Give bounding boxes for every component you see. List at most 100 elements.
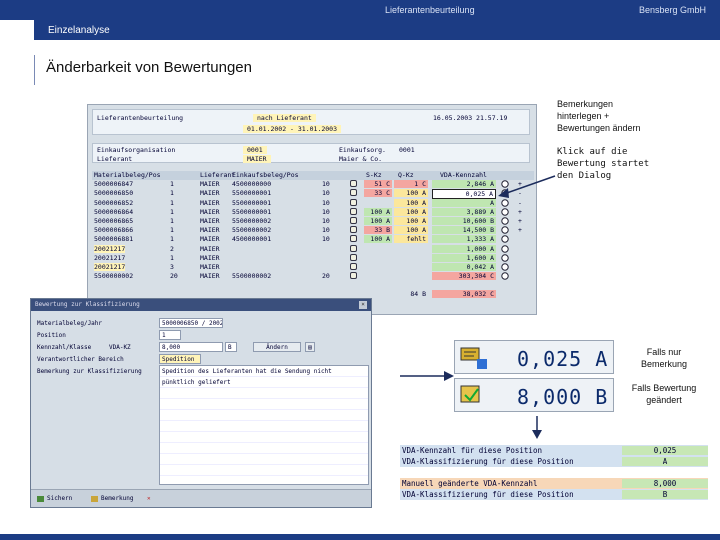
detail-value: 0,025 (622, 446, 708, 455)
cell-mat: 5000006850 (94, 189, 134, 198)
cell-qk: fehlt (394, 235, 428, 244)
note-icon[interactable] (350, 272, 357, 280)
label-matbeleg: Materialbeleg/Jahr (37, 320, 103, 327)
note-icon[interactable] (350, 189, 357, 197)
table-header: Materialbeleg/Pos Lieferant Einkaufsbele… (92, 171, 534, 181)
cell-pos: 3 (170, 262, 174, 271)
cell-vda[interactable]: 38,032 C (432, 290, 496, 299)
detail-row: VDA-Klassifizierung für diese Position A (400, 456, 708, 467)
table-row[interactable]: 20021217 3 MAIER 0,042 A (92, 262, 534, 272)
vendor-value: MAIER (243, 155, 271, 163)
cell-vda[interactable]: 1,333 A (432, 235, 496, 244)
table-row[interactable]: 5000006852 1 MAIER 5500000001 10 100 AA- (92, 198, 534, 208)
arrow-icon (400, 371, 454, 381)
cell-pos: 1 (170, 180, 174, 189)
cell-lief: MAIER (200, 216, 220, 225)
org-value-2: 0001 (399, 146, 415, 154)
label-kennzahl: Kennzahl/Klasse (37, 344, 92, 351)
cell-mat: 20021217 (94, 262, 126, 271)
save-button[interactable]: Sichern (35, 494, 75, 504)
evaluation-icon[interactable] (500, 253, 510, 262)
remark-textarea[interactable]: Spedition des Lieferanten hat die Sendun… (159, 365, 369, 485)
note-icon[interactable] (350, 216, 357, 224)
detail-label: VDA-Kennzahl für diese Position (402, 446, 542, 455)
evaluation-icon[interactable] (500, 244, 510, 253)
note-falls-bemerkung: Falls nur Bemerkung (624, 346, 704, 370)
bereich-field[interactable]: Spedition (159, 354, 201, 364)
note-icon[interactable] (350, 253, 357, 261)
check-icon (460, 385, 480, 403)
section-title: Einzelanalyse (48, 25, 110, 36)
cell-qk: 100 A (394, 198, 428, 207)
cell-vda[interactable]: 303,304 C (432, 272, 496, 281)
note-icon[interactable] (350, 180, 357, 188)
table-row[interactable]: 20021217 1 MAIER 1,600 A (92, 253, 534, 263)
cell-ek: 5500000002 (232, 226, 272, 235)
cell-vda[interactable]: 1,600 A (432, 253, 496, 262)
notes-icon[interactable]: ▤ (305, 342, 315, 352)
cell-mat: 20021217 (94, 244, 126, 253)
cell-sk: 51 C (364, 180, 392, 189)
klasse-field[interactable]: B (225, 342, 237, 352)
cell-mat: 5000006852 (94, 198, 134, 207)
aendern-button[interactable]: Ändern (253, 342, 301, 352)
cell-lief: MAIER (200, 198, 220, 207)
note-icon[interactable] (350, 226, 357, 234)
detail-value: B (622, 490, 708, 499)
note-icon[interactable] (350, 198, 357, 206)
cell-vda[interactable]: 14,500 B (432, 226, 496, 235)
col-header: Lieferant (200, 171, 236, 179)
note-bemerkungen: Bemerkungen hinterlegen + Bewertungen än… (557, 98, 641, 134)
dialog-title: Bewertung zur Klassifizierung (31, 299, 371, 311)
table-row[interactable]: 5000006847 1 MAIER 4500000000 10 51 C1 C 2,846… (92, 180, 534, 189)
detail-value: 8,000 (622, 479, 708, 488)
detail-value: A (622, 457, 708, 466)
cell-pos: 1 (170, 235, 174, 244)
table-row[interactable]: 5000006865 1 MAIER 5500000002 10 100 A 100 A 10… (92, 216, 534, 226)
table-row[interactable] (92, 281, 534, 290)
dialog-footer: Sichern Bemerkung ✕ (31, 489, 371, 507)
cell-ekp: 10 (322, 207, 330, 216)
cell-ekp: 10 (322, 180, 330, 189)
evaluation-icon[interactable] (500, 217, 510, 225)
evaluation-icon[interactable] (500, 263, 510, 271)
cell-vda[interactable]: 2,846 A (432, 180, 496, 189)
table-row[interactable]: 5500000002 20 MAIER 5500000002 20 303,304 C (92, 272, 534, 281)
cell-lief: MAIER (200, 189, 220, 198)
matbeleg-field[interactable]: 5000006850 / 2002 (159, 318, 223, 328)
table-row[interactable]: 5000006864 1 MAIER 5500000001 10 100 A 100 A 3,… (92, 207, 534, 217)
note-icon[interactable] (350, 244, 357, 252)
detail-row: VDA-Kennzahl für diese Position 0,025 (400, 445, 708, 456)
table-row[interactable]: 5000006866 1 MAIER 5500000002 10 33 B 100 A 14,… (92, 226, 534, 235)
sap-report-window: Lieferantenbeurteilung nach Lieferant 01… (87, 104, 537, 315)
note-icon[interactable] (350, 207, 357, 215)
cell-sk: 100 A (364, 235, 392, 244)
evaluation-icon[interactable] (500, 226, 510, 234)
note-line: Bemerkung (640, 359, 688, 369)
evaluation-icon[interactable] (500, 272, 510, 280)
note-icon (91, 496, 98, 502)
table-row[interactable]: 5000006850 1 MAIER 5500000001 10 33 C 100 A 0,0… (92, 189, 534, 200)
cell-vda[interactable]: A (432, 198, 496, 207)
position-field[interactable]: 1 (159, 330, 181, 340)
cell-ek: 4500000001 (232, 235, 272, 244)
kennzahl-field[interactable]: 8,000 (159, 342, 223, 352)
evaluation-icon[interactable] (500, 235, 510, 244)
cell-vda[interactable]: 10,600 B (432, 216, 496, 225)
note-line: Falls Bewertung (631, 383, 697, 393)
note-icon[interactable] (350, 262, 357, 270)
cell-vda[interactable]: 0,042 A (432, 262, 496, 271)
note-icon[interactable] (350, 235, 357, 243)
col-header: S-Kz (366, 171, 382, 179)
cell-ek: 5500000001 (232, 207, 272, 216)
table-row[interactable]: 20021217 2 MAIER 1,000 A (92, 244, 534, 254)
close-icon[interactable]: × (359, 301, 367, 309)
cancel-icon[interactable]: ✕ (141, 494, 154, 504)
cell-vda[interactable]: 1,000 A (432, 244, 496, 253)
table-row[interactable]: 5000006881 1 MAIER 4500000001 10 100 Afehlt 1,… (92, 235, 534, 244)
remark-button[interactable]: Bemerkung (89, 494, 137, 504)
cell-pos: 1 (170, 207, 174, 216)
cell-vda[interactable]: 3,889 A (432, 207, 496, 216)
cell-pos: 1 (170, 253, 174, 262)
note-line: hinterlegen + (557, 111, 610, 121)
